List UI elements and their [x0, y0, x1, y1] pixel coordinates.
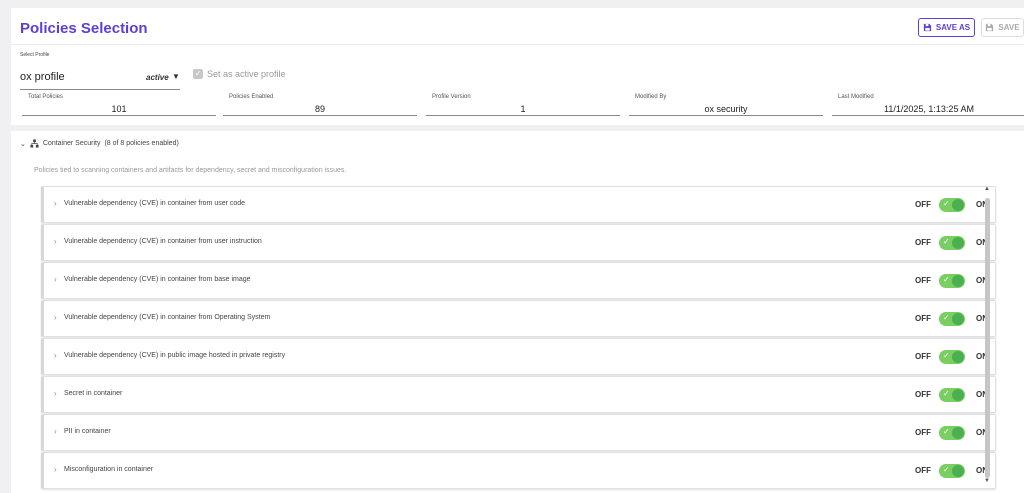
stat-label: Profile Version	[432, 94, 471, 100]
check-icon: ✓	[943, 389, 950, 398]
policy-label: Vulnerable dependency (CVE) in container…	[64, 276, 251, 283]
header-divider	[11, 44, 1024, 45]
stat-last-modified: Last Modified 11/1/2025, 1:13:25 AM	[832, 91, 1024, 116]
policies-card: ⌄ Container Security (8 of 8 policies en…	[11, 131, 1024, 493]
toggle-knob	[952, 351, 964, 363]
policy-row[interactable]: › Vulnerable dependency (CVE) in contain…	[41, 224, 996, 261]
set-active-checkbox[interactable]: ✓	[193, 69, 203, 79]
check-icon: ✓	[943, 427, 950, 436]
toggle-knob	[952, 237, 964, 249]
stat-total-policies: Total Policies 101	[22, 91, 216, 116]
policy-toggle[interactable]: ✓	[939, 350, 965, 364]
scrollbar-thumb[interactable]	[985, 198, 990, 478]
policy-toggle[interactable]: ✓	[939, 274, 965, 288]
chevron-right-icon: ›	[54, 465, 57, 474]
check-icon: ✓	[943, 275, 950, 284]
section-title: Container Security	[42, 140, 101, 147]
stat-label: Policies Enabled	[229, 94, 274, 100]
stat-policies-enabled: Policies Enabled 89	[223, 91, 417, 116]
page-title: Policies Selection	[20, 20, 148, 37]
stat-value: 11/1/2025, 1:13:25 AM	[884, 104, 974, 114]
policy-toggle[interactable]: ✓	[939, 388, 965, 402]
stat-label: Modified By	[635, 94, 667, 100]
chevron-right-icon: ›	[54, 237, 57, 246]
stat-value: 101	[111, 104, 127, 114]
scroll-up-icon[interactable]: ▲	[984, 186, 990, 192]
stat-value: 1	[520, 104, 526, 114]
stat-label: Total Policies	[28, 94, 64, 100]
chevron-right-icon: ›	[54, 199, 57, 208]
stat-modified-by: Modified By ox security	[629, 91, 823, 116]
toggle-off-label: OFF	[915, 200, 931, 209]
toggle-off-label: OFF	[915, 276, 931, 285]
caret-down-icon: ▼	[172, 72, 180, 81]
section-description: Policies tied to scanning containers and…	[34, 167, 347, 174]
toggle-knob	[952, 313, 964, 325]
policy-row[interactable]: › Vulnerable dependency (CVE) in contain…	[41, 186, 996, 223]
set-active-label: Set as active profile	[207, 69, 286, 79]
toggle-knob	[952, 275, 964, 287]
save-icon	[986, 23, 994, 32]
policy-toggle[interactable]: ✓	[939, 426, 965, 440]
check-icon: ✓	[943, 465, 950, 474]
chevron-right-icon: ›	[54, 313, 57, 322]
toggle-off-label: OFF	[915, 238, 931, 247]
profile-select[interactable]: ox profile active ▼	[20, 64, 180, 90]
chevron-down-icon: ⌄	[20, 140, 26, 148]
policy-label: PII in container	[64, 428, 111, 435]
policy-toggle[interactable]: ✓	[939, 312, 965, 326]
policy-row[interactable]: › Vulnerable dependency (CVE) in contain…	[41, 300, 996, 337]
policy-row[interactable]: › Secret in container OFF ✓ ON	[41, 376, 996, 413]
vertical-scrollbar[interactable]: ▲ ▼	[984, 186, 992, 488]
policy-label: Secret in container	[64, 390, 123, 397]
policy-row[interactable]: › Vulnerable dependency (CVE) in public …	[41, 338, 996, 375]
save-icon	[923, 23, 931, 32]
policy-toggle[interactable]: ✓	[939, 464, 965, 478]
toggle-off-label: OFF	[915, 466, 931, 475]
policy-row[interactable]: › Vulnerable dependency (CVE) in contain…	[41, 262, 996, 299]
save-label: SAVE	[998, 23, 1020, 32]
policy-toggle[interactable]: ✓	[939, 236, 965, 250]
scroll-down-icon[interactable]: ▼	[984, 478, 990, 484]
toggle-off-label: OFF	[915, 428, 931, 437]
toggle-knob	[952, 389, 964, 401]
profile-select-value: ox profile	[20, 71, 65, 83]
toggle-knob	[952, 465, 964, 477]
toggle-knob	[952, 199, 964, 211]
chevron-right-icon: ›	[54, 389, 57, 398]
policy-toggle[interactable]: ✓	[939, 198, 965, 212]
chevron-right-icon: ›	[54, 427, 57, 436]
policy-row[interactable]: › PII in container OFF ✓ ON	[41, 414, 996, 451]
save-as-button[interactable]: SAVE AS	[918, 18, 975, 37]
save-button[interactable]: SAVE	[981, 18, 1024, 37]
chevron-right-icon: ›	[54, 275, 57, 284]
chevron-right-icon: ›	[54, 351, 57, 360]
stat-value: ox security	[704, 104, 748, 114]
sitemap-icon	[30, 139, 39, 148]
section-count: (8 of 8 policies enabled)	[104, 140, 179, 147]
policy-label: Vulnerable dependency (CVE) in container…	[64, 238, 262, 245]
check-icon: ✓	[943, 351, 950, 360]
toggle-knob	[952, 427, 964, 439]
check-icon: ✓	[943, 313, 950, 322]
stat-profile-version: Profile Version 1	[426, 91, 620, 116]
policy-label: Vulnerable dependency (CVE) in container…	[64, 200, 246, 207]
stat-value: 89	[314, 104, 325, 114]
profile-status: active	[146, 73, 169, 82]
profile-header-card: Policies Selection SAVE AS SAVE Select P…	[11, 8, 1024, 125]
policy-label: Misconfiguration in container	[64, 466, 154, 473]
toggle-off-label: OFF	[915, 390, 931, 399]
toggle-off-label: OFF	[915, 314, 931, 323]
check-icon: ✓	[943, 199, 950, 208]
policy-row[interactable]: › Misconfiguration in container OFF ✓ ON	[41, 452, 996, 489]
policy-label: Vulnerable dependency (CVE) in public im…	[64, 352, 286, 359]
policy-label: Vulnerable dependency (CVE) in container…	[64, 314, 271, 321]
check-icon: ✓	[943, 237, 950, 246]
select-profile-label: Select Profile	[20, 52, 50, 58]
section-header[interactable]: ⌄ Container Security (8 of 8 policies en…	[20, 139, 179, 148]
toggle-off-label: OFF	[915, 352, 931, 361]
stat-label: Last Modified	[838, 94, 874, 100]
save-as-label: SAVE AS	[935, 23, 971, 32]
